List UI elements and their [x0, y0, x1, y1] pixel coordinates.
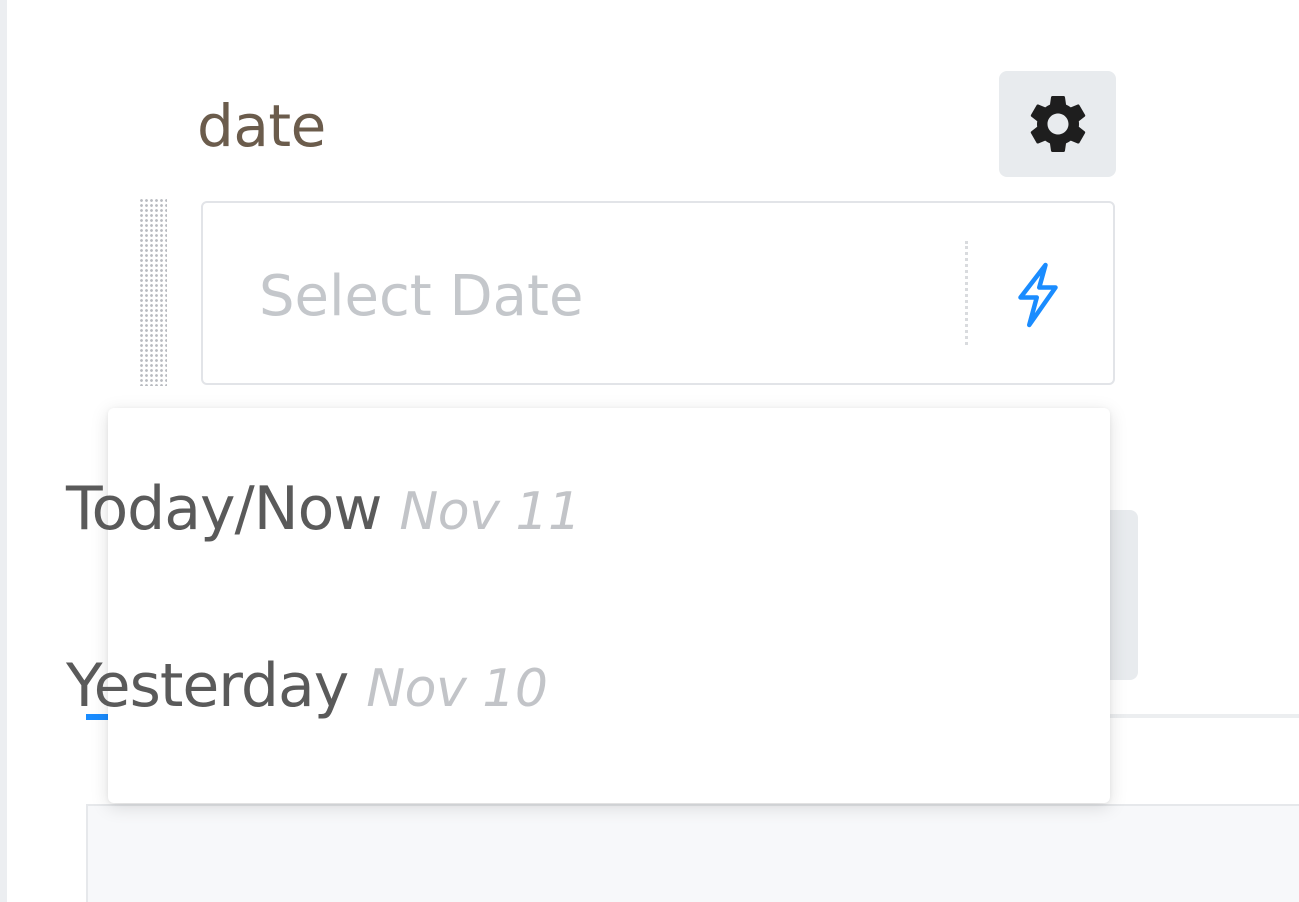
panel-border: [0, 0, 7, 902]
drag-handle[interactable]: [139, 198, 167, 386]
option-date: Nov 11: [399, 482, 581, 542]
option-date: Nov 10: [366, 659, 548, 719]
dropdown-option-today[interactable]: Today/Now Nov 11: [66, 474, 581, 564]
date-shortcut-dropdown: [108, 408, 1110, 803]
option-label: Today/Now: [66, 474, 382, 544]
gear-icon: [1030, 95, 1085, 152]
date-input[interactable]: [259, 251, 939, 341]
field-label: date: [197, 92, 326, 160]
input-divider: [965, 241, 968, 345]
option-label: Yesterday: [66, 651, 349, 721]
tab-divider: [1100, 714, 1299, 718]
form-canvas: date Today/Now Nov 11 Yesterday Nov 10: [0, 0, 1299, 902]
quick-fill-button[interactable]: [993, 253, 1083, 337]
field-settings-button[interactable]: [999, 71, 1116, 177]
lightning-bolt-icon: [1018, 262, 1058, 328]
date-field: [201, 201, 1115, 385]
dropdown-option-yesterday[interactable]: Yesterday Nov 10: [66, 651, 548, 741]
background-panel: [86, 804, 1299, 902]
